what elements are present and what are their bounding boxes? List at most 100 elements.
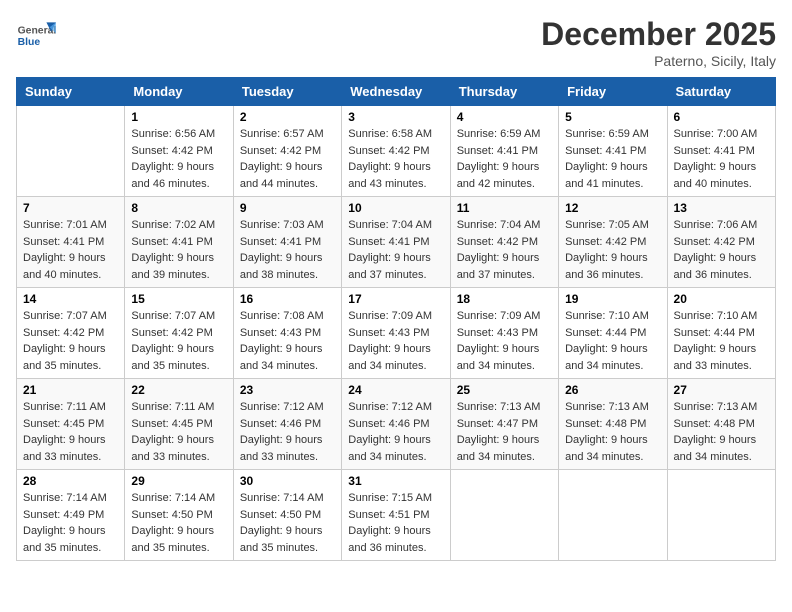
day-number: 1 (131, 110, 226, 124)
weekday-header-sunday: Sunday (17, 78, 125, 106)
calendar-cell: 13 Sunrise: 7:06 AM Sunset: 4:42 PM Dayli… (667, 197, 775, 288)
day-number: 18 (457, 292, 552, 306)
day-info: Sunrise: 7:12 AM Sunset: 4:46 PM Dayligh… (240, 399, 335, 465)
calendar-cell (559, 470, 667, 561)
calendar-cell: 19 Sunrise: 7:10 AM Sunset: 4:44 PM Dayli… (559, 288, 667, 379)
day-info: Sunrise: 6:58 AM Sunset: 4:42 PM Dayligh… (348, 126, 443, 192)
calendar-cell: 24 Sunrise: 7:12 AM Sunset: 4:46 PM Dayli… (342, 379, 450, 470)
day-number: 23 (240, 383, 335, 397)
calendar-cell: 8 Sunrise: 7:02 AM Sunset: 4:41 PM Daylig… (125, 197, 233, 288)
day-number: 26 (565, 383, 660, 397)
calendar-cell: 5 Sunrise: 6:59 AM Sunset: 4:41 PM Daylig… (559, 106, 667, 197)
day-number: 8 (131, 201, 226, 215)
day-info: Sunrise: 7:11 AM Sunset: 4:45 PM Dayligh… (23, 399, 118, 465)
day-info: Sunrise: 7:03 AM Sunset: 4:41 PM Dayligh… (240, 217, 335, 283)
logo: General Blue (16, 16, 60, 56)
calendar-cell: 17 Sunrise: 7:09 AM Sunset: 4:43 PM Dayli… (342, 288, 450, 379)
calendar-table: SundayMondayTuesdayWednesdayThursdayFrid… (16, 77, 776, 561)
day-info: Sunrise: 6:59 AM Sunset: 4:41 PM Dayligh… (565, 126, 660, 192)
calendar-cell (450, 470, 558, 561)
day-info: Sunrise: 7:13 AM Sunset: 4:48 PM Dayligh… (565, 399, 660, 465)
day-number: 15 (131, 292, 226, 306)
day-number: 19 (565, 292, 660, 306)
calendar-week-row: 21 Sunrise: 7:11 AM Sunset: 4:45 PM Dayli… (17, 379, 776, 470)
calendar-week-row: 7Sunrise: 7:01 AM Sunset: 4:41 PM Daylig… (17, 197, 776, 288)
day-number: 14 (23, 292, 118, 306)
day-number: 10 (348, 201, 443, 215)
day-number: 27 (674, 383, 769, 397)
day-info: Sunrise: 7:14 AM Sunset: 4:50 PM Dayligh… (240, 490, 335, 556)
calendar-cell: 9Sunrise: 7:03 AM Sunset: 4:41 PM Daylig… (233, 197, 341, 288)
day-number: 20 (674, 292, 769, 306)
calendar-cell: 12Sunrise: 7:05 AM Sunset: 4:42 PM Dayli… (559, 197, 667, 288)
calendar-cell: 7Sunrise: 7:01 AM Sunset: 4:41 PM Daylig… (17, 197, 125, 288)
day-number: 11 (457, 201, 552, 215)
day-info: Sunrise: 6:57 AM Sunset: 4:42 PM Dayligh… (240, 126, 335, 192)
calendar-cell: 23 Sunrise: 7:12 AM Sunset: 4:46 PM Dayli… (233, 379, 341, 470)
day-info: Sunrise: 7:14 AM Sunset: 4:49 PM Dayligh… (23, 490, 118, 556)
calendar-cell: 2 Sunrise: 6:57 AM Sunset: 4:42 PM Daylig… (233, 106, 341, 197)
day-info: Sunrise: 7:10 AM Sunset: 4:44 PM Dayligh… (674, 308, 769, 374)
day-info: Sunrise: 7:04 AM Sunset: 4:41 PM Dayligh… (348, 217, 443, 283)
calendar-cell: 4 Sunrise: 6:59 AM Sunset: 4:41 PM Daylig… (450, 106, 558, 197)
day-number: 6 (674, 110, 769, 124)
day-number: 3 (348, 110, 443, 124)
calendar-cell: 20 Sunrise: 7:10 AM Sunset: 4:44 PM Dayli… (667, 288, 775, 379)
calendar-cell: 22 Sunrise: 7:11 AM Sunset: 4:45 PM Dayli… (125, 379, 233, 470)
day-info: Sunrise: 7:00 AM Sunset: 4:41 PM Dayligh… (674, 126, 769, 192)
calendar-cell: 21 Sunrise: 7:11 AM Sunset: 4:45 PM Dayli… (17, 379, 125, 470)
calendar-cell: 28 Sunrise: 7:14 AM Sunset: 4:49 PM Dayli… (17, 470, 125, 561)
calendar-cell: 15 Sunrise: 7:07 AM Sunset: 4:42 PM Dayli… (125, 288, 233, 379)
day-info: Sunrise: 7:14 AM Sunset: 4:50 PM Dayligh… (131, 490, 226, 556)
day-number: 7 (23, 201, 118, 215)
day-info: Sunrise: 7:15 AM Sunset: 4:51 PM Dayligh… (348, 490, 443, 556)
day-number: 13 (674, 201, 769, 215)
calendar-cell: 25Sunrise: 7:13 AM Sunset: 4:47 PM Dayli… (450, 379, 558, 470)
day-number: 5 (565, 110, 660, 124)
calendar-week-row: 14 Sunrise: 7:07 AM Sunset: 4:42 PM Dayli… (17, 288, 776, 379)
day-info: Sunrise: 7:10 AM Sunset: 4:44 PM Dayligh… (565, 308, 660, 374)
calendar-cell: 26 Sunrise: 7:13 AM Sunset: 4:48 PM Dayli… (559, 379, 667, 470)
location-subtitle: Paterno, Sicily, Italy (541, 53, 776, 69)
weekday-header-tuesday: Tuesday (233, 78, 341, 106)
day-number: 29 (131, 474, 226, 488)
calendar-cell: 3 Sunrise: 6:58 AM Sunset: 4:42 PM Daylig… (342, 106, 450, 197)
weekday-header-friday: Friday (559, 78, 667, 106)
day-info: Sunrise: 7:12 AM Sunset: 4:46 PM Dayligh… (348, 399, 443, 465)
calendar-week-row: 28 Sunrise: 7:14 AM Sunset: 4:49 PM Dayli… (17, 470, 776, 561)
calendar-cell: 11 Sunrise: 7:04 AM Sunset: 4:42 PM Dayli… (450, 197, 558, 288)
day-info: Sunrise: 7:09 AM Sunset: 4:43 PM Dayligh… (457, 308, 552, 374)
page-header: General Blue December 2025 Paterno, Sici… (16, 16, 776, 69)
day-number: 22 (131, 383, 226, 397)
calendar-cell: 29 Sunrise: 7:14 AM Sunset: 4:50 PM Dayli… (125, 470, 233, 561)
day-info: Sunrise: 7:09 AM Sunset: 4:43 PM Dayligh… (348, 308, 443, 374)
weekday-header-thursday: Thursday (450, 78, 558, 106)
calendar-cell: 27 Sunrise: 7:13 AM Sunset: 4:48 PM Dayli… (667, 379, 775, 470)
calendar-cell: 30 Sunrise: 7:14 AM Sunset: 4:50 PM Dayli… (233, 470, 341, 561)
day-info: Sunrise: 7:13 AM Sunset: 4:48 PM Dayligh… (674, 399, 769, 465)
day-info: Sunrise: 7:04 AM Sunset: 4:42 PM Dayligh… (457, 217, 552, 283)
calendar-cell: 1Sunrise: 6:56 AM Sunset: 4:42 PM Daylig… (125, 106, 233, 197)
day-number: 24 (348, 383, 443, 397)
day-info: Sunrise: 7:08 AM Sunset: 4:43 PM Dayligh… (240, 308, 335, 374)
day-info: Sunrise: 7:07 AM Sunset: 4:42 PM Dayligh… (131, 308, 226, 374)
weekday-header-saturday: Saturday (667, 78, 775, 106)
calendar-cell: 14Sunrise: 7:07 AM Sunset: 4:42 PM Dayli… (17, 288, 125, 379)
day-number: 17 (348, 292, 443, 306)
day-number: 21 (23, 383, 118, 397)
weekday-header-monday: Monday (125, 78, 233, 106)
calendar-cell: 31 Sunrise: 7:15 AM Sunset: 4:51 PM Dayli… (342, 470, 450, 561)
day-info: Sunrise: 6:59 AM Sunset: 4:41 PM Dayligh… (457, 126, 552, 192)
day-info: Sunrise: 7:13 AM Sunset: 4:47 PM Dayligh… (457, 399, 552, 465)
day-number: 4 (457, 110, 552, 124)
day-info: Sunrise: 7:06 AM Sunset: 4:42 PM Dayligh… (674, 217, 769, 283)
day-number: 31 (348, 474, 443, 488)
calendar-cell: 10 Sunrise: 7:04 AM Sunset: 4:41 PM Dayli… (342, 197, 450, 288)
day-number: 12 (565, 201, 660, 215)
day-number: 30 (240, 474, 335, 488)
day-number: 28 (23, 474, 118, 488)
day-info: Sunrise: 7:02 AM Sunset: 4:41 PM Dayligh… (131, 217, 226, 283)
day-number: 2 (240, 110, 335, 124)
weekday-header-wednesday: Wednesday (342, 78, 450, 106)
day-info: Sunrise: 7:11 AM Sunset: 4:45 PM Dayligh… (131, 399, 226, 465)
